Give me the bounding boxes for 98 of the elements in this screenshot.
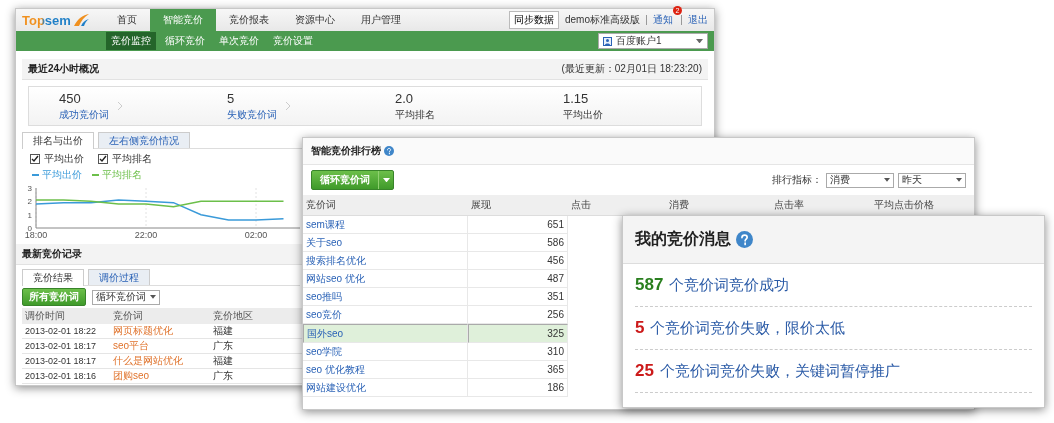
table-cell: 310 xyxy=(468,343,568,361)
message-count: 5 xyxy=(635,318,645,338)
keyword-link[interactable]: seo 优化教程 xyxy=(303,361,468,379)
table-cell: 2013-02-01 18:16 xyxy=(22,369,110,384)
subnav-tab[interactable]: 循环竞价 xyxy=(160,32,210,50)
checkbox[interactable] xyxy=(98,154,108,164)
table-cell: 365 xyxy=(468,361,568,379)
stat-value: 2.0 xyxy=(395,90,415,106)
table-cell: 2013-02-01 18:22 xyxy=(22,324,110,339)
subnav-tab[interactable]: 单次竞价 xyxy=(214,32,264,50)
stat-value: 450 xyxy=(59,90,82,106)
chart-tab[interactable]: 左右侧竞价情况 xyxy=(98,132,190,148)
table-cell: 651 xyxy=(468,216,568,234)
window-title: 我的竞价消息 xyxy=(635,229,731,249)
caret-icon xyxy=(150,295,156,299)
table-cell: 487 xyxy=(468,270,568,288)
table-cell: 186 xyxy=(468,379,568,397)
caret-icon xyxy=(956,178,962,182)
column-header: 展现 xyxy=(468,195,568,216)
account-icon xyxy=(603,36,612,46)
metric-select[interactable]: 消费 xyxy=(826,172,894,188)
table-cell: 351 xyxy=(468,288,568,306)
stat-link[interactable]: 失败竞价词 xyxy=(227,107,277,122)
keyword-link[interactable]: 关于seo xyxy=(303,234,468,252)
metric-label: 排行指标： xyxy=(772,173,822,187)
checkbox-label: 平均排名 xyxy=(112,152,152,166)
table-cell: 2013-02-01 18:17 xyxy=(22,354,110,369)
section-title: 最近24小时概况 xyxy=(28,62,100,76)
message-text[interactable]: 个竞价词竞价失败，限价太低 xyxy=(650,318,846,338)
records-tab[interactable]: 竞价结果 xyxy=(22,269,84,286)
keyword-link[interactable]: 搜索排名优化 xyxy=(303,252,468,270)
table-cell: 2013-02-01 18:17 xyxy=(22,339,110,354)
keyword-link[interactable]: sem课程 xyxy=(303,216,468,234)
column-header: 点击 xyxy=(568,195,666,216)
nav-tab[interactable]: 首页 xyxy=(104,9,150,31)
sync-button[interactable]: 同步数据 xyxy=(509,11,559,29)
column-header: 调价时间 xyxy=(22,308,110,324)
stat-value: 1.15 xyxy=(563,90,590,106)
y-tick-label: 1 xyxy=(27,210,32,220)
user-name: demo标准高级版 xyxy=(565,13,640,27)
column-header: 竞价词 xyxy=(303,195,468,216)
records-tab[interactable]: 调价过程 xyxy=(88,269,150,285)
last-updated-text: (最近更新：02月01日 18:23:20) xyxy=(561,62,702,76)
message-count: 25 xyxy=(635,361,654,381)
subnav-tab[interactable]: 竞价监控 xyxy=(106,32,156,50)
help-icon[interactable] xyxy=(384,146,394,156)
logout-link[interactable]: 退出 xyxy=(688,13,708,27)
y-tick-label: 3 xyxy=(27,184,32,193)
notice-link[interactable]: 通知 xyxy=(653,14,673,25)
keyword-link[interactable]: 网页标题优化 xyxy=(110,324,210,339)
x-tick-label: 22:00 xyxy=(134,230,158,240)
column-header: 竞价词 xyxy=(110,308,210,324)
caret-icon xyxy=(696,38,703,44)
legend-label: 平均排名 xyxy=(102,168,142,182)
chart-tab[interactable]: 排名与出价 xyxy=(22,132,94,149)
swoosh-icon xyxy=(71,12,90,28)
help-icon[interactable] xyxy=(736,231,753,248)
y-tick-label: 2 xyxy=(27,197,32,207)
column-header: 平均点击价格 xyxy=(871,195,974,216)
account-select[interactable]: 百度账户1 xyxy=(598,33,708,49)
caret-icon xyxy=(884,178,890,182)
checkbox-label: 平均出价 xyxy=(44,152,84,166)
keyword-filter-select[interactable]: 循环竞价词 xyxy=(92,289,160,305)
subnav-tab[interactable]: 竞价设置 xyxy=(268,32,318,50)
keyword-link[interactable]: seo推吗 xyxy=(303,288,468,306)
keyword-link[interactable]: 网站建设优化 xyxy=(303,379,468,397)
nav-tab[interactable]: 竞价报表 xyxy=(216,9,282,31)
keyword-link[interactable]: seo学院 xyxy=(303,343,468,361)
keyword-link[interactable]: 国外seo xyxy=(303,324,468,343)
message-text[interactable]: 个竞价词竞价成功 xyxy=(669,275,790,295)
table-cell: 456 xyxy=(468,252,568,270)
stat-label: 平均排名 xyxy=(395,107,435,122)
keyword-link[interactable]: seo平台 xyxy=(110,339,210,354)
chevron-right-icon xyxy=(285,101,291,111)
checkbox[interactable] xyxy=(30,154,40,164)
table-cell: 586 xyxy=(468,234,568,252)
keyword-link[interactable]: 网站seo 优化 xyxy=(303,270,468,288)
section-title: 最新竞价记录 xyxy=(22,247,82,261)
stat-value: 5 xyxy=(227,90,236,106)
keyword-link[interactable]: 团购seo xyxy=(110,369,210,384)
chevron-right-icon xyxy=(117,101,123,111)
keyword-link[interactable]: 什么是网站优化 xyxy=(110,354,210,369)
legend-label: 平均出价 xyxy=(42,168,82,182)
period-select[interactable]: 昨天 xyxy=(898,172,966,188)
message-count: 587 xyxy=(635,275,664,295)
column-header: 竞价地区 xyxy=(210,308,302,324)
column-header: 点击率 xyxy=(771,195,871,216)
nav-tab[interactable]: 智能竞价 xyxy=(150,9,216,31)
stat-label: 平均出价 xyxy=(563,107,603,122)
table-cell: 325 xyxy=(468,324,568,343)
stat-link[interactable]: 成功竞价词 xyxy=(59,107,109,122)
nav-tab[interactable]: 用户管理 xyxy=(348,9,414,31)
window-title: 智能竞价排行榜 xyxy=(311,144,381,158)
caret-icon xyxy=(382,177,390,183)
column-header: 消费 xyxy=(666,195,771,216)
nav-tab[interactable]: 资源中心 xyxy=(282,9,348,31)
x-tick-label: 02:00 xyxy=(244,230,268,240)
message-text[interactable]: 个竞价词竞价失败，关键词暂停推广 xyxy=(659,361,900,381)
